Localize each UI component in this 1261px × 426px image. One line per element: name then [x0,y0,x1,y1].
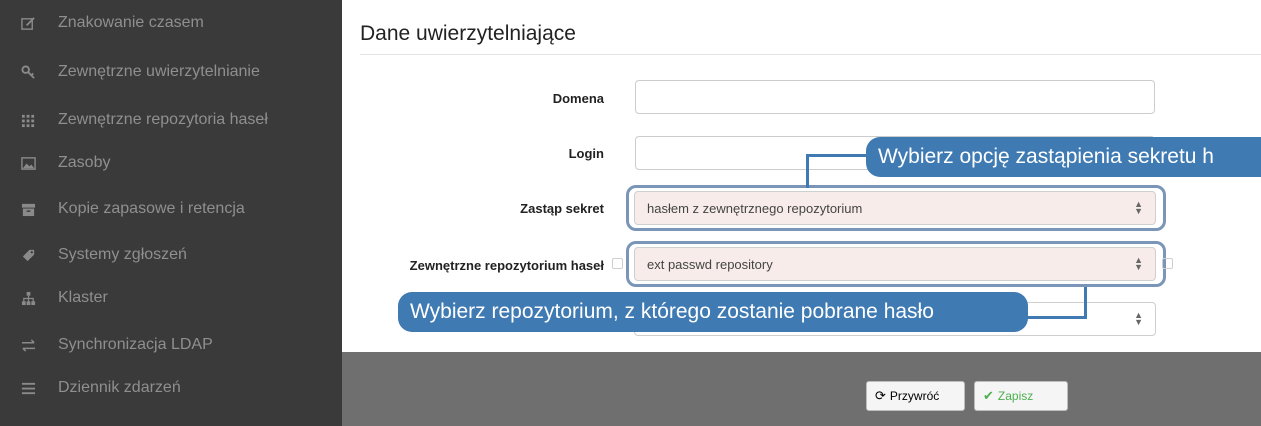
revert-label: Przywróć [889,389,940,403]
replace-secret-value: hasłem z zewnętrznego repozytorium [647,200,863,216]
repository-select[interactable]: ext passwd repository ▲ ▼ [634,247,1156,281]
callout-replace-secret: Wybierz opcję zastąpienia sekretu h [866,137,1261,177]
sidebar-item-timestamping[interactable]: Znakowanie czasem [0,0,342,46]
sidebar-item-ldap-sync[interactable]: Synchronizacja LDAP [0,322,342,368]
sidebar-item-label: Zewnętrzne repozytoria haseł [58,111,268,128]
exchange-icon [20,337,36,353]
grid-icon [20,112,36,128]
sidebar-item-label: Kopie zapasowe i retencja [58,200,245,217]
refresh-icon: ⟳ [875,388,886,403]
select-arrows-icon: ▲ ▼ [1134,310,1143,327]
sidebar-item-label: Dziennik zdarzeń [58,379,181,396]
image-icon [20,155,36,171]
edit-icon[interactable] [612,258,623,269]
select-arrows-icon: ▲ ▼ [1134,255,1143,272]
callout-repository: Wybierz repozytorium, z którego zostanie… [398,292,1028,332]
sidebar-item-label: Znakowanie czasem [58,14,204,31]
sidebar-item-label: Zewnętrzne uwierzytelnianie [58,63,260,80]
callout-connector [806,154,809,188]
sidebar-item-backups[interactable]: Kopie zapasowe i retencja [0,186,342,232]
edit-icon[interactable] [1162,258,1173,269]
revert-button[interactable]: ⟳ Przywróć [866,381,965,411]
key-icon [20,64,36,80]
list-icon [20,380,36,396]
sidebar-item-ticket-systems[interactable]: Systemy zgłoszeń [0,232,342,278]
callout-connector [806,154,870,157]
page-title: Dane uwierzytelniające [360,22,576,45]
sitemap-icon [20,290,36,306]
sidebar: Znakowanie czasem Zewnętrzne uwierzyteln… [0,0,342,426]
save-label: Zapisz [997,389,1034,403]
tag-icon [20,247,36,263]
replace-secret-label: Zastąp sekret [520,201,604,216]
form-footer [342,352,1261,426]
login-label: Login [568,146,604,161]
sidebar-item-label: Klaster [58,289,108,306]
replace-secret-select[interactable]: hasłem z zewnętrznego repozytorium ▲ ▼ [634,191,1156,225]
sidebar-item-label: Zasoby [58,154,111,171]
repository-label: Zewnętrzne repozytorium haseł [409,258,604,273]
callout-connector [1084,287,1087,319]
sidebar-item-label: Systemy zgłoszeń [58,246,187,263]
domain-label: Domena [552,91,604,106]
sidebar-item-event-log[interactable]: Dziennik zdarzeń [0,365,342,411]
edit-icon [20,15,36,31]
sidebar-item-external-auth[interactable]: Zewnętrzne uwierzytelnianie [0,49,342,95]
sidebar-item-password-repositories[interactable]: Zewnętrzne repozytoria haseł [0,97,342,143]
callout-connector [1024,316,1087,319]
sidebar-item-cluster[interactable]: Klaster [0,275,342,321]
title-divider [360,54,1261,55]
domain-input[interactable] [635,80,1155,114]
select-arrows-icon: ▲ ▼ [1134,199,1143,216]
check-icon: ✔ [983,388,994,403]
sidebar-item-label: Synchronizacja LDAP [58,336,213,353]
sidebar-item-resources[interactable]: Zasoby [0,140,342,186]
save-button[interactable]: ✔ Zapisz [974,381,1068,411]
repository-value: ext passwd repository [647,256,773,272]
archive-icon [20,201,36,217]
